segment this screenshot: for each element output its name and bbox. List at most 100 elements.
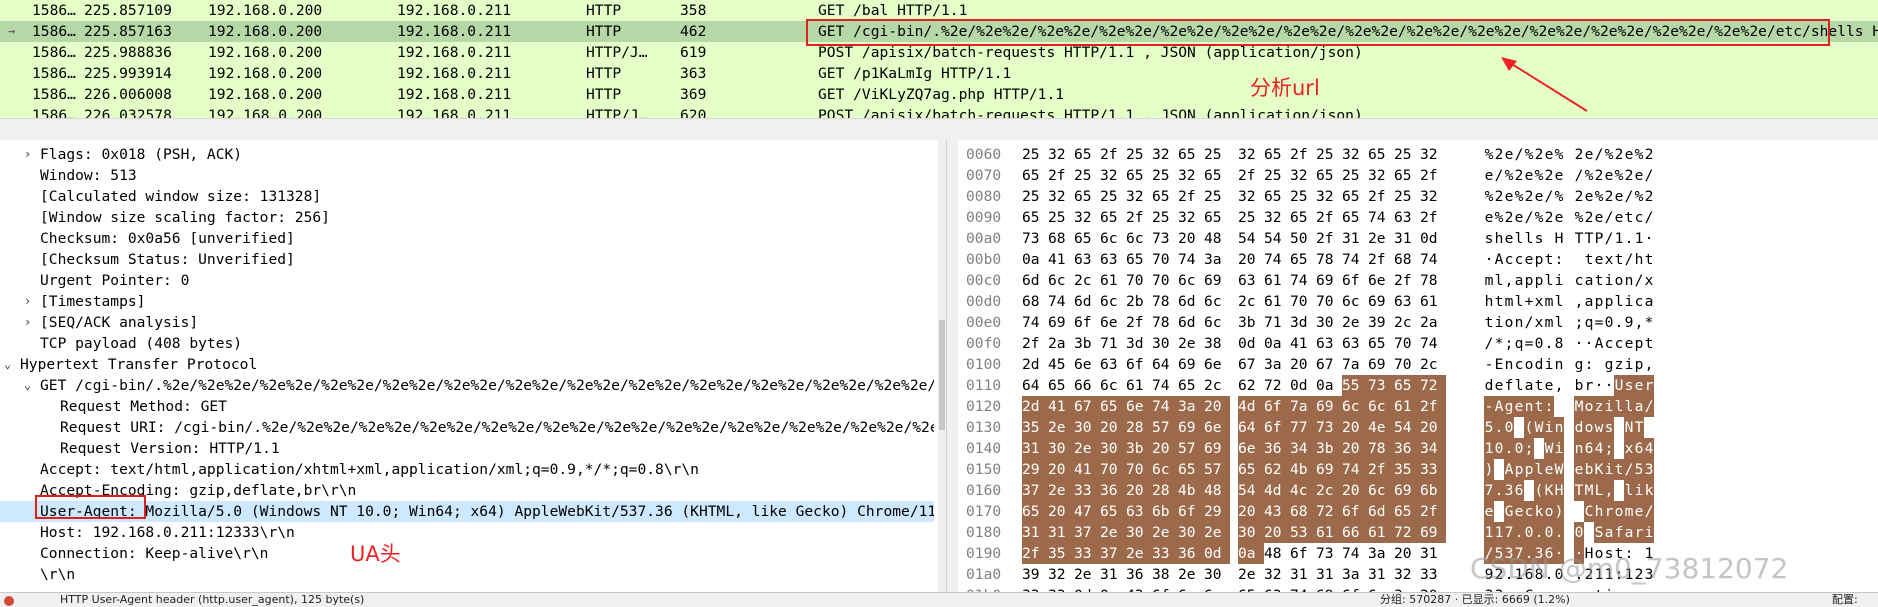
hex-byte[interactable]: 2e	[1126, 543, 1152, 564]
hex-byte[interactable]: 34	[1420, 438, 1446, 459]
ascii-char[interactable]: 0	[1544, 522, 1554, 543]
ascii-char[interactable]: ,	[1554, 375, 1564, 396]
hex-byte[interactable]: 64	[1022, 375, 1048, 396]
hex-byte[interactable]: 65	[1178, 375, 1204, 396]
ascii-char[interactable]: T	[1574, 480, 1584, 501]
hex-byte[interactable]: 64	[1152, 354, 1178, 375]
hex-byte[interactable]: 65	[1152, 186, 1178, 207]
ascii-char[interactable]: e	[1534, 186, 1544, 207]
hex-byte[interactable]: 25	[1342, 165, 1368, 186]
ascii-char[interactable]: p	[1534, 270, 1544, 291]
hex-byte[interactable]: 2c	[1204, 375, 1230, 396]
hex-byte[interactable]: 25	[1316, 144, 1342, 165]
ascii-char[interactable]: H	[1554, 480, 1564, 501]
hex-byte[interactable]: 78	[1368, 438, 1394, 459]
detail-row[interactable]: [Window size scaling factor: 256]	[0, 207, 934, 228]
ascii-char[interactable]: r	[1604, 501, 1614, 522]
hex-byte[interactable]: 32	[1048, 564, 1074, 585]
hex-byte[interactable]: 68	[1290, 501, 1316, 522]
ascii-char[interactable]: 0	[1494, 438, 1504, 459]
ascii-char[interactable]: T	[1634, 417, 1644, 438]
ascii-char[interactable]: 3	[1494, 585, 1504, 592]
ascii-char[interactable]: 9	[1624, 312, 1634, 333]
hex-byte[interactable]: 25	[1204, 144, 1230, 165]
ascii-char[interactable]: w	[1594, 417, 1604, 438]
hex-byte[interactable]: 2f	[1048, 165, 1074, 186]
ascii-char[interactable]: ,	[1604, 480, 1614, 501]
hex-byte[interactable]: 70	[1316, 291, 1342, 312]
hex-byte[interactable]: 70	[1126, 459, 1152, 480]
ascii-char[interactable]: o	[1504, 312, 1514, 333]
ascii-char[interactable]: e	[1494, 375, 1504, 396]
ascii-char[interactable]: 3	[1644, 459, 1654, 480]
ascii-char[interactable]: p	[1634, 354, 1644, 375]
ascii-char[interactable]: 0	[1514, 438, 1524, 459]
hex-byte[interactable]: 73	[1368, 375, 1394, 396]
ascii-char[interactable]: ,	[1644, 354, 1654, 375]
ascii-char[interactable]: e	[1504, 228, 1514, 249]
hex-byte[interactable]: 0d	[1074, 585, 1100, 592]
ascii-char[interactable]: %	[1484, 144, 1494, 165]
expand-arrow-icon[interactable]: ⌄	[24, 375, 31, 396]
ascii-char[interactable]: U	[1614, 375, 1624, 396]
hex-byte[interactable]: 36	[1394, 438, 1420, 459]
hex-byte[interactable]: 32	[1420, 186, 1446, 207]
ascii-char[interactable]: +	[1524, 291, 1534, 312]
hex-byte[interactable]: 6d	[1022, 270, 1048, 291]
ascii-char[interactable]: e	[1514, 207, 1524, 228]
hex-byte[interactable]: 20	[1264, 522, 1290, 543]
hex-byte[interactable]: 0d	[1290, 375, 1316, 396]
hex-byte[interactable]: 2d	[1022, 396, 1048, 417]
hex-byte[interactable]: 63	[1100, 354, 1126, 375]
hex-byte[interactable]: 69	[1368, 354, 1394, 375]
hex-byte[interactable]: 6e	[1126, 396, 1152, 417]
hex-byte[interactable]: 32	[1238, 144, 1264, 165]
hex-byte[interactable]: 65	[1074, 144, 1100, 165]
ascii-char[interactable]: ;	[1524, 438, 1534, 459]
ascii-char[interactable]: d	[1484, 375, 1494, 396]
hex-byte[interactable]: 6f	[1342, 270, 1368, 291]
ascii-char[interactable]: M	[1574, 396, 1584, 417]
ascii-char[interactable]: 1	[1484, 522, 1494, 543]
hex-byte[interactable]: 32	[1048, 186, 1074, 207]
hex-byte[interactable]: 30	[1126, 522, 1152, 543]
hex-byte[interactable]: 37	[1022, 480, 1048, 501]
ascii-char[interactable]: i	[1604, 459, 1614, 480]
ascii-char[interactable]: 7	[1484, 480, 1494, 501]
hex-byte[interactable]: 33	[1048, 585, 1074, 592]
ascii-char[interactable]: /	[1524, 207, 1534, 228]
hex-byte[interactable]: 2f	[1368, 186, 1394, 207]
ascii-char[interactable]: 6	[1514, 480, 1524, 501]
ascii-char[interactable]: o	[1584, 396, 1594, 417]
ascii-char[interactable]: p	[1634, 333, 1644, 354]
hex-byte[interactable]: 0a	[1022, 249, 1048, 270]
ascii-char[interactable]: x	[1534, 291, 1544, 312]
hex-byte[interactable]: 2f	[1420, 165, 1446, 186]
ascii-char[interactable]: a	[1634, 396, 1644, 417]
hex-byte[interactable]: 63	[1394, 207, 1420, 228]
hex-byte[interactable]: 31	[1420, 543, 1446, 564]
hex-byte[interactable]: 20	[1342, 417, 1368, 438]
hex-byte[interactable]: 32	[1316, 186, 1342, 207]
ascii-char[interactable]: .	[1544, 333, 1554, 354]
packet-details-tree[interactable]: › Flags: 0x018 (PSH, ACK) Window: 513 [Calc…	[0, 140, 934, 592]
hex-byte[interactable]: 65	[1204, 207, 1230, 228]
hex-byte[interactable]: 30	[1100, 438, 1126, 459]
ascii-char[interactable]: /	[1524, 312, 1534, 333]
ascii-char[interactable]: A	[1494, 396, 1504, 417]
ascii-char[interactable]: ·	[1644, 228, 1654, 249]
hex-byte[interactable]: 0d	[1420, 228, 1446, 249]
hex-byte[interactable]: 2c	[1394, 312, 1420, 333]
ascii-char[interactable]: i	[1604, 585, 1614, 592]
ascii-char[interactable]: k	[1534, 501, 1544, 522]
ascii-char[interactable]: a	[1514, 270, 1524, 291]
hex-byte[interactable]: 25	[1394, 144, 1420, 165]
hex-byte[interactable]: 6c	[1368, 480, 1394, 501]
hex-byte[interactable]: 71	[1100, 333, 1126, 354]
ascii-char[interactable]: %	[1584, 165, 1594, 186]
hex-byte[interactable]: 2f	[1420, 501, 1446, 522]
hex-byte[interactable]: 72	[1394, 522, 1420, 543]
hex-byte[interactable]: 6d	[1368, 501, 1394, 522]
ascii-char[interactable]: /	[1624, 186, 1634, 207]
hex-byte[interactable]: 31	[1290, 564, 1316, 585]
